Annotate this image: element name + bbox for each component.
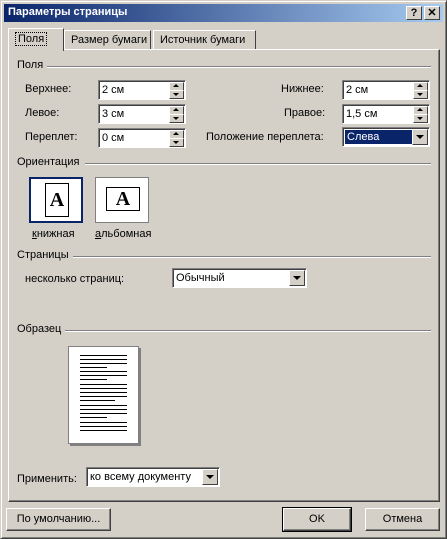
preview-line bbox=[80, 400, 115, 401]
preview-line bbox=[80, 430, 127, 431]
preview-line bbox=[80, 396, 127, 397]
landscape-page-icon: A bbox=[106, 187, 140, 211]
page-preview bbox=[68, 346, 139, 444]
preview-line bbox=[80, 371, 127, 372]
preview-line bbox=[80, 413, 127, 414]
preview-line bbox=[80, 426, 127, 427]
gutter-position-select[interactable]: Слева bbox=[342, 127, 430, 147]
preview-line bbox=[80, 388, 127, 389]
tab-paper-size-label: Размер бумаги bbox=[71, 34, 148, 46]
preview-group-title: Образец bbox=[17, 323, 62, 335]
ok-button[interactable]: OK bbox=[282, 507, 352, 532]
close-button[interactable]: ✕ bbox=[424, 6, 440, 20]
bottom-margin-label: Нижнее: bbox=[281, 83, 324, 95]
cancel-button[interactable]: Отмена bbox=[365, 508, 440, 531]
multiple-pages-value: Обычный bbox=[176, 272, 225, 284]
pages-group-title: Страницы bbox=[17, 249, 69, 261]
left-margin-label: Левое: bbox=[25, 107, 60, 119]
right-margin-spinner[interactable] bbox=[413, 106, 428, 123]
spin-down-icon[interactable] bbox=[169, 114, 184, 123]
page-setup-dialog: Параметры страницы ? ✕ Поля Размер бумаг… bbox=[0, 0, 447, 539]
preview-line bbox=[80, 417, 107, 418]
spin-down-icon[interactable] bbox=[169, 90, 184, 99]
apply-to-select[interactable]: ко всему документу bbox=[86, 467, 220, 487]
top-margin-field[interactable]: 2 см bbox=[98, 80, 186, 100]
preview-line bbox=[80, 422, 127, 423]
preview-line bbox=[80, 355, 127, 356]
portrait-page-icon: A bbox=[45, 183, 69, 217]
chevron-down-icon[interactable] bbox=[289, 270, 305, 286]
top-margin-value: 2 см bbox=[102, 84, 125, 96]
margins-separator bbox=[47, 66, 431, 68]
right-margin-label: Правое: bbox=[284, 107, 326, 119]
left-margin-spinner[interactable] bbox=[169, 106, 184, 123]
title-bar[interactable]: Параметры страницы ? ✕ bbox=[4, 4, 443, 22]
gutter-position-label: Положение переплета: bbox=[206, 131, 324, 143]
orientation-separator bbox=[85, 163, 431, 165]
spin-down-icon[interactable] bbox=[169, 138, 184, 147]
preview-line bbox=[80, 359, 127, 360]
right-margin-value: 1,5 см bbox=[346, 108, 378, 120]
apply-to-label: Применить: bbox=[17, 473, 77, 485]
gutter-spinner[interactable] bbox=[169, 130, 184, 147]
bottom-margin-value: 2 см bbox=[346, 84, 369, 96]
gutter-position-value: Слева bbox=[345, 130, 412, 144]
tab-paper-size[interactable]: Размер бумаги bbox=[64, 30, 151, 50]
apply-to-value: ко всему документу bbox=[90, 471, 191, 483]
top-margin-spinner[interactable] bbox=[169, 82, 184, 99]
bottom-margin-field[interactable]: 2 см bbox=[342, 80, 430, 100]
portrait-label: книжная bbox=[32, 228, 75, 240]
orientation-group-title: Ориентация bbox=[17, 156, 80, 168]
left-margin-field[interactable]: 3 см bbox=[98, 104, 186, 124]
multiple-pages-label: несколько страниц: bbox=[25, 273, 125, 285]
gutter-field[interactable]: 0 см bbox=[98, 128, 186, 148]
landscape-label: альбомная bbox=[95, 228, 152, 240]
multiple-pages-select[interactable]: Обычный bbox=[172, 268, 307, 288]
spin-down-icon[interactable] bbox=[413, 114, 428, 123]
set-default-button[interactable]: По умолчанию... bbox=[6, 508, 111, 531]
gutter-value: 0 см bbox=[102, 132, 125, 144]
help-button[interactable]: ? bbox=[406, 6, 422, 20]
pages-separator bbox=[73, 256, 431, 258]
preview-line bbox=[80, 384, 127, 385]
preview-line bbox=[80, 405, 127, 406]
portrait-option[interactable]: A bbox=[29, 177, 83, 223]
preview-line bbox=[80, 367, 107, 368]
preview-separator bbox=[65, 330, 431, 332]
preview-line bbox=[80, 409, 127, 410]
preview-line bbox=[80, 379, 107, 380]
tab-paper-source[interactable]: Источник бумаги bbox=[153, 30, 256, 50]
dialog-title: Параметры страницы bbox=[8, 6, 128, 18]
right-margin-field[interactable]: 1,5 см bbox=[342, 104, 430, 124]
chevron-down-icon[interactable] bbox=[202, 469, 218, 485]
top-margin-label: Верхнее: bbox=[25, 83, 72, 95]
preview-line bbox=[80, 392, 127, 393]
gutter-label: Переплет: bbox=[25, 131, 78, 143]
tab-margins[interactable]: Поля bbox=[8, 28, 64, 51]
left-margin-value: 3 см bbox=[102, 108, 125, 120]
tab-margins-label: Поля bbox=[15, 32, 48, 46]
tab-paper-source-label: Источник бумаги bbox=[160, 34, 246, 46]
chevron-down-icon[interactable] bbox=[412, 129, 428, 145]
landscape-option[interactable]: A bbox=[95, 177, 149, 223]
preview-line bbox=[80, 363, 127, 364]
preview-line bbox=[80, 375, 127, 376]
bottom-margin-spinner[interactable] bbox=[413, 82, 428, 99]
spin-down-icon[interactable] bbox=[413, 90, 428, 99]
margins-group-title: Поля bbox=[17, 59, 44, 71]
